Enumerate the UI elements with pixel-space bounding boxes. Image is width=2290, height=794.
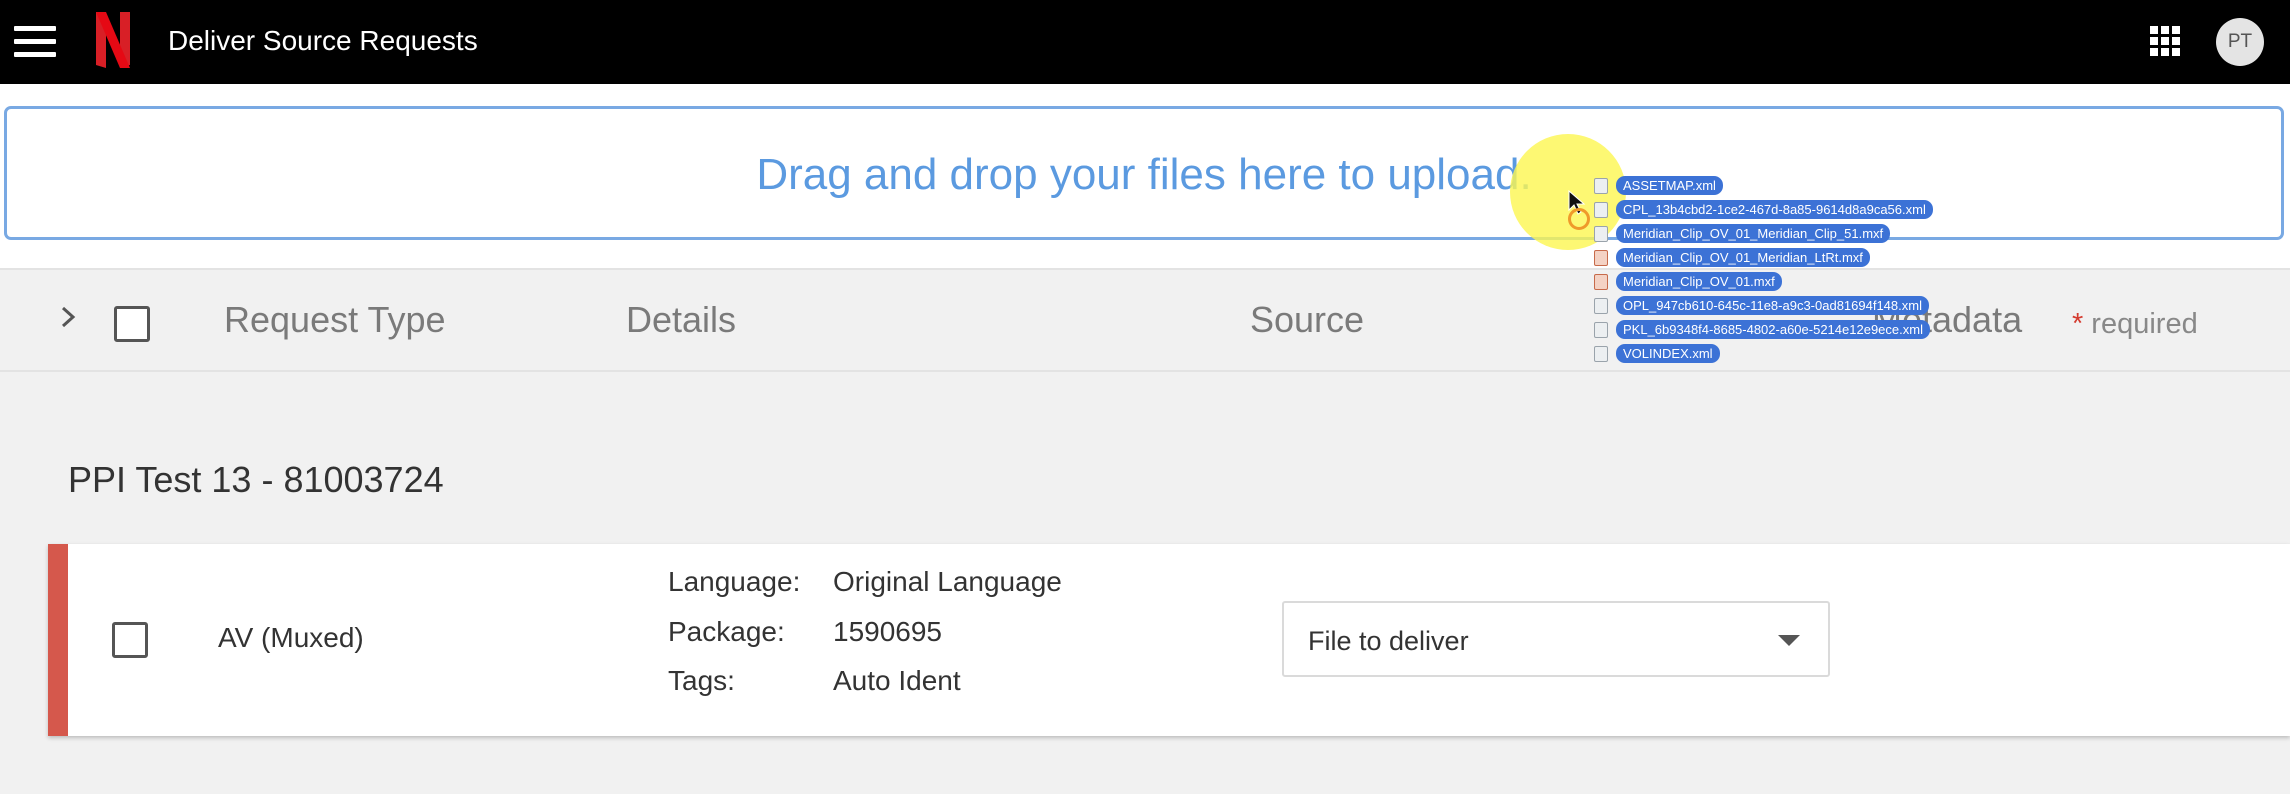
detail-value-package: 1590695 [833, 616, 943, 647]
xml-file-icon [1594, 226, 1608, 242]
request-type: AV (Muxed) [218, 622, 364, 653]
dropzone-text: Drag and drop your files here to upload. [756, 150, 1532, 199]
select-all-checkbox[interactable] [114, 306, 150, 342]
source-file-select-value: File to deliver [1308, 626, 1469, 656]
xml-file-icon [1594, 298, 1608, 314]
detail-label-package: Package: [668, 616, 785, 647]
file-dropzone[interactable]: Drag and drop your files here to upload. [4, 106, 2284, 240]
source-file-select[interactable]: File to deliver [1282, 601, 1830, 677]
xml-file-icon [1594, 322, 1608, 338]
request-row-card [48, 544, 2290, 736]
app-title: Deliver Source Requests [168, 25, 478, 56]
cursor-click-ring-icon [1568, 208, 1590, 230]
dragged-file-name: ASSETMAP.xml [1616, 176, 1723, 195]
request-row-checkbox[interactable] [112, 622, 148, 658]
media-file-icon [1594, 274, 1608, 290]
detail-label-tags: Tags: [668, 665, 735, 696]
column-header-source[interactable]: Source [1250, 298, 1364, 342]
xml-file-icon [1594, 178, 1608, 194]
dragged-file-name: OPL_947cb610-645c-11e8-a9c3-0ad81694f148… [1616, 296, 1929, 315]
xml-file-icon [1594, 346, 1608, 362]
dragged-file-name: Meridian_Clip_OV_01_Meridian_LtRt.mxf [1616, 248, 1870, 267]
dragged-file-name: CPL_13b4cbd2-1ce2-467d-8a85-9614d8a9ca56… [1616, 200, 1933, 219]
user-avatar[interactable]: PT [2216, 18, 2264, 66]
required-star: * [2072, 308, 2084, 340]
dragged-file-name: VOLINDEX.xml [1616, 344, 1720, 363]
top-app-bar: Deliver Source Requests PT [0, 0, 2290, 84]
media-file-icon [1594, 250, 1608, 266]
column-header-request-type[interactable]: Request Type [224, 298, 445, 342]
dragged-file-name: Meridian_Clip_OV_01.mxf [1616, 272, 1782, 291]
apps-grid-icon[interactable] [2150, 26, 2180, 56]
dropdown-caret-icon [1778, 635, 1800, 646]
detail-label-language: Language: [668, 566, 801, 597]
dragged-file-name: PKL_6b9348f4-8685-4802-a60e-5214e12e9ece… [1616, 320, 1930, 339]
package-title: PPI Test 13 - 81003724 [68, 459, 444, 500]
required-label: required [2091, 308, 2198, 340]
required-note: * required [2072, 306, 2198, 342]
netflix-logo-icon[interactable] [96, 12, 130, 68]
chevron-right-icon[interactable] [58, 302, 80, 332]
detail-value-tags: Auto Ident [833, 665, 961, 696]
hamburger-menu-icon[interactable] [14, 26, 56, 58]
xml-file-icon [1594, 202, 1608, 218]
column-header-details[interactable]: Details [626, 298, 736, 342]
dragged-file-name: Meridian_Clip_OV_01_Meridian_Clip_51.mxf [1616, 224, 1891, 243]
detail-value-language: Original Language [833, 566, 1062, 597]
